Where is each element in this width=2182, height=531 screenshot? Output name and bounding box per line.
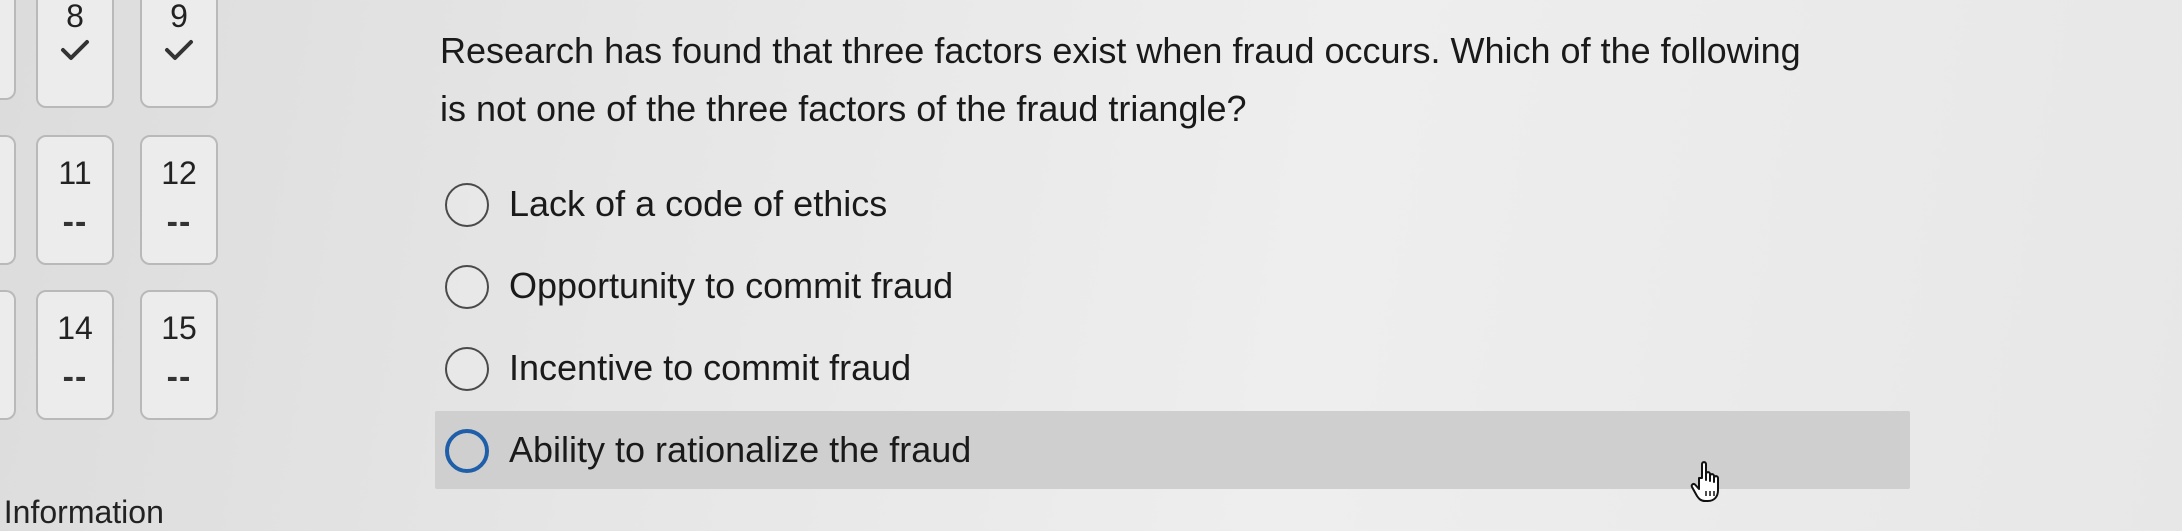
tile-number: 12 xyxy=(161,155,197,191)
answer-option-label[interactable]: Opportunity to commit fraud xyxy=(509,264,953,308)
tile-number: 15 xyxy=(161,310,197,346)
answer-option-label[interactable]: Incentive to commit fraud xyxy=(509,346,911,390)
tile-status: -- xyxy=(166,358,192,396)
nav-tile-question-11[interactable]: 11 -- xyxy=(36,135,114,265)
answer-option-1[interactable]: Lack of a code of ethics xyxy=(435,165,1910,243)
question-text: Research has found that three factors ex… xyxy=(440,30,1801,129)
tile-status: -- xyxy=(166,203,192,241)
answer-option-2[interactable]: Opportunity to commit fraud xyxy=(435,247,1910,325)
radio-button[interactable] xyxy=(445,265,489,309)
checkmark-icon xyxy=(61,40,89,60)
nav-tile-question-15[interactable]: 15 -- xyxy=(140,290,218,420)
nav-tile-partial[interactable] xyxy=(0,290,16,420)
tile-status: -- xyxy=(62,358,88,396)
nav-tile-partial[interactable] xyxy=(0,135,16,265)
information-section-label[interactable]: : Information xyxy=(0,494,164,531)
nav-tile-question-12[interactable]: 12 -- xyxy=(140,135,218,265)
nav-tile-question-8[interactable]: 8 xyxy=(36,0,114,108)
answer-option-label[interactable]: Ability to rationalize the fraud xyxy=(509,428,971,472)
checkmark-icon xyxy=(165,40,193,60)
answer-option-4[interactable]: Ability to rationalize the fraud xyxy=(435,411,1910,489)
radio-button[interactable] xyxy=(445,429,489,473)
hand-pointer-icon xyxy=(1690,461,1719,502)
tile-number: 9 xyxy=(170,0,188,34)
tile-number: 14 xyxy=(57,310,93,346)
answer-option-3[interactable]: Incentive to commit fraud xyxy=(435,329,1910,407)
nav-tile-question-14[interactable]: 14 -- xyxy=(36,290,114,420)
radio-button[interactable] xyxy=(445,183,489,227)
tile-status: -- xyxy=(62,203,88,241)
radio-button[interactable] xyxy=(445,347,489,391)
tile-number: 11 xyxy=(58,155,92,191)
answer-option-label[interactable]: Lack of a code of ethics xyxy=(509,182,887,226)
nav-tile-partial[interactable] xyxy=(0,0,16,100)
nav-tile-question-9[interactable]: 9 xyxy=(140,0,218,108)
tile-number: 8 xyxy=(66,0,84,34)
